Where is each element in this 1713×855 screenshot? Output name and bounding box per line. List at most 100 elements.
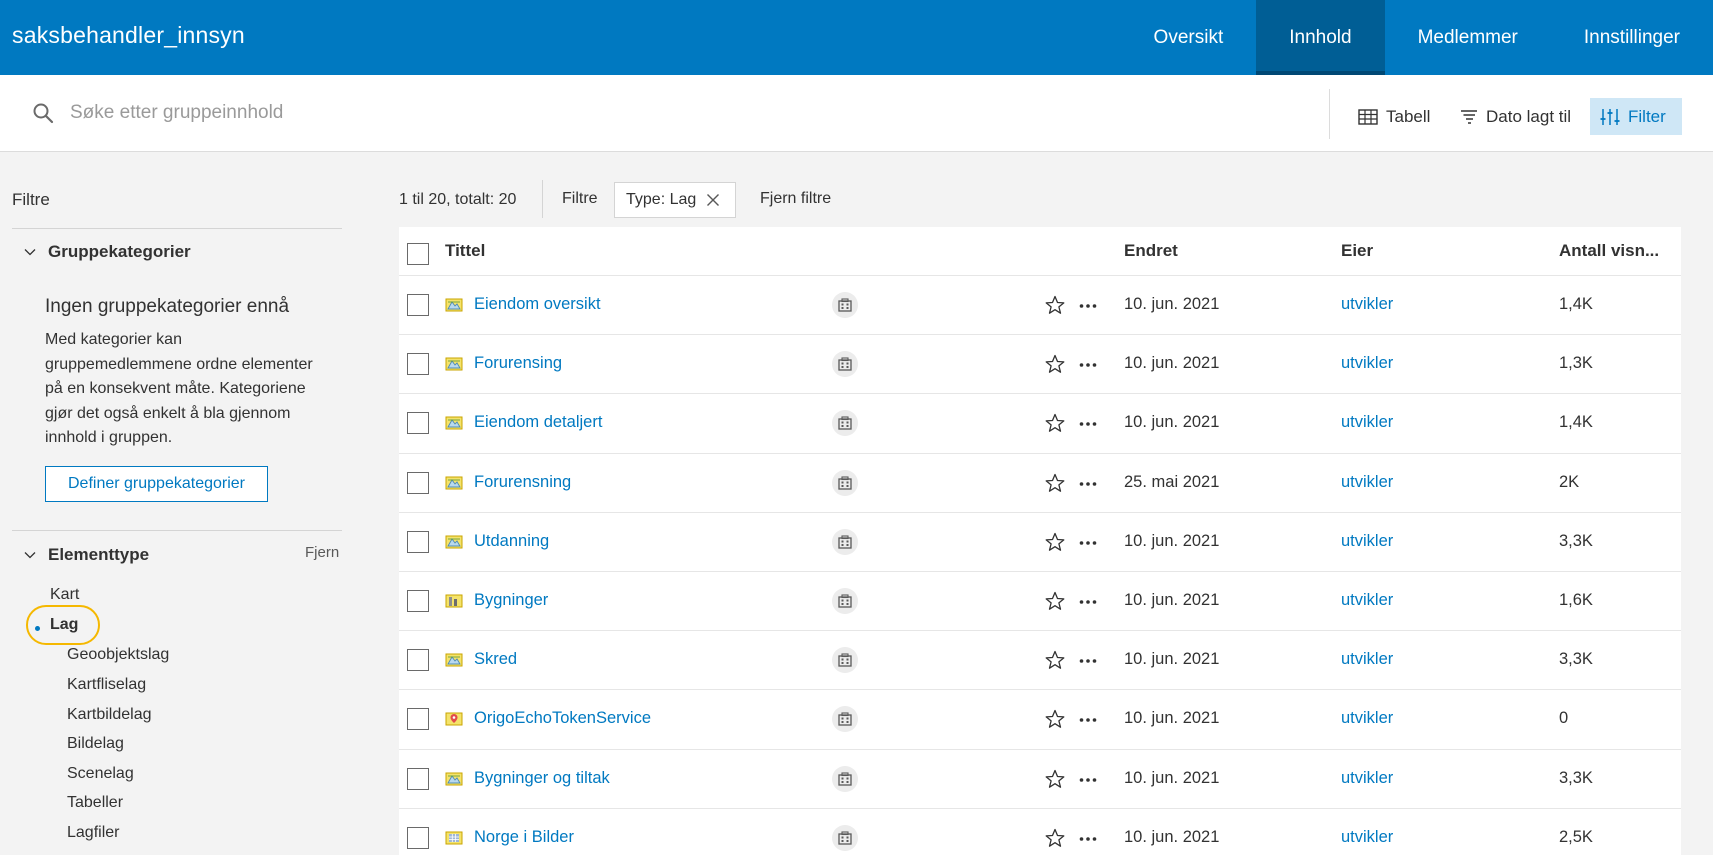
type-item-bildelag[interactable]: Bildelag — [67, 735, 124, 753]
feature-layer-icon — [445, 770, 463, 788]
item-title-link[interactable]: Eiendom oversikt — [474, 295, 601, 314]
type-item-lag[interactable]: Lag — [50, 616, 78, 634]
no-categories-title: Ingen gruppekategorier ennå — [45, 296, 290, 317]
item-title-link[interactable]: Eiendom detaljert — [474, 413, 602, 432]
owner-link[interactable]: utvikler — [1341, 473, 1393, 492]
tab-content[interactable]: Innhold — [1256, 0, 1385, 75]
selected-indicator-dot — [35, 626, 40, 631]
owner-link[interactable]: utvikler — [1341, 591, 1393, 610]
row-checkbox[interactable] — [407, 412, 429, 435]
item-title-link[interactable]: Utdanning — [474, 532, 549, 551]
group-nav: Oversikt Innhold Medlemmer Innstillinger — [1121, 0, 1713, 75]
row-checkbox[interactable] — [407, 530, 429, 553]
row-checkbox[interactable] — [407, 826, 429, 849]
view-count: 3,3K — [1559, 650, 1593, 669]
remove-type-filter-link[interactable]: Fjern — [305, 544, 339, 561]
sort-button[interactable]: Dato lagt til — [1450, 98, 1581, 135]
row-checkbox[interactable] — [407, 708, 429, 731]
favorite-star-icon[interactable] — [1044, 531, 1066, 553]
close-icon[interactable] — [706, 193, 720, 207]
sort-label: Dato lagt til — [1486, 106, 1572, 126]
favorite-star-icon[interactable] — [1044, 708, 1066, 730]
modified-date: 10. jun. 2021 — [1124, 827, 1220, 846]
table-view-button[interactable]: Tabell — [1348, 98, 1440, 135]
search-input[interactable] — [70, 95, 1270, 131]
favorite-star-icon[interactable] — [1044, 827, 1066, 849]
type-item-kart[interactable]: Kart — [50, 586, 79, 604]
filter-toggle-button[interactable]: Filter — [1590, 98, 1682, 135]
row-checkbox[interactable] — [407, 649, 429, 672]
owner-link[interactable]: utvikler — [1341, 709, 1393, 728]
column-header-modified[interactable]: Endret — [1124, 241, 1178, 261]
clear-filters-link[interactable]: Fjern filtre — [760, 190, 831, 208]
type-item-kartfliselag[interactable]: Kartfliselag — [67, 676, 146, 694]
group-categories-toggle[interactable]: Gruppekategorier — [24, 242, 191, 262]
organization-shared-icon — [832, 410, 858, 437]
feature-layer-icon — [445, 296, 463, 314]
define-categories-button[interactable]: Definer gruppekategorier — [45, 466, 268, 502]
column-header-owner[interactable]: Eier — [1341, 241, 1373, 261]
type-item-kartbildelag[interactable]: Kartbildelag — [67, 706, 152, 724]
more-options-icon[interactable] — [1077, 295, 1099, 317]
favorite-star-icon[interactable] — [1044, 590, 1066, 612]
view-count: 1,3K — [1559, 354, 1593, 373]
element-type-toggle[interactable]: Elementtype — [24, 545, 149, 565]
more-options-icon[interactable] — [1077, 828, 1099, 850]
owner-link[interactable]: utvikler — [1341, 354, 1393, 373]
favorite-star-icon[interactable] — [1044, 353, 1066, 375]
view-count: 3,3K — [1559, 768, 1593, 787]
item-title-link[interactable]: OrigoEchoTokenService — [474, 709, 651, 728]
tab-overview[interactable]: Oversikt — [1121, 0, 1257, 75]
item-title-link[interactable]: Bygninger — [474, 591, 548, 610]
filter-sidebar: Filtre Gruppekategorier Ingen gruppekate… — [12, 152, 342, 855]
item-title-link[interactable]: Norge i Bilder — [474, 828, 574, 847]
modified-date: 25. mai 2021 — [1124, 472, 1220, 491]
favorite-star-icon[interactable] — [1044, 294, 1066, 316]
favorite-star-icon[interactable] — [1044, 472, 1066, 494]
tab-settings[interactable]: Innstillinger — [1551, 0, 1713, 75]
column-header-title[interactable]: Tittel — [445, 241, 485, 261]
more-options-icon[interactable] — [1077, 532, 1099, 554]
item-title-link[interactable]: Forurensning — [474, 473, 571, 492]
more-options-icon[interactable] — [1077, 769, 1099, 791]
owner-link[interactable]: utvikler — [1341, 532, 1393, 551]
more-options-icon[interactable] — [1077, 413, 1099, 435]
view-count: 2K — [1559, 472, 1580, 491]
filters-heading: Filtre — [12, 190, 50, 209]
table-row: OrigoEchoTokenService 10. jun. 2021 utvikl… — [399, 690, 1681, 750]
tab-members[interactable]: Medlemmer — [1385, 0, 1551, 75]
type-item-scenelag[interactable]: Scenelag — [67, 765, 134, 783]
organization-shared-icon — [832, 587, 858, 614]
more-options-icon[interactable] — [1077, 473, 1099, 495]
item-title-link[interactable]: Skred — [474, 650, 517, 669]
feature-layer-icon — [445, 474, 463, 492]
row-checkbox[interactable] — [407, 353, 429, 376]
favorite-star-icon[interactable] — [1044, 649, 1066, 671]
row-checkbox[interactable] — [407, 589, 429, 612]
owner-link[interactable]: utvikler — [1341, 650, 1393, 669]
owner-link[interactable]: utvikler — [1341, 828, 1393, 847]
type-item-lagfiler[interactable]: Lagfiler — [67, 824, 119, 842]
more-options-icon[interactable] — [1077, 650, 1099, 672]
owner-link[interactable]: utvikler — [1341, 769, 1393, 788]
organization-shared-icon — [832, 765, 858, 792]
row-checkbox[interactable] — [407, 294, 429, 316]
more-options-icon[interactable] — [1077, 709, 1099, 731]
item-title-link[interactable]: Forurensing — [474, 354, 562, 373]
more-options-icon[interactable] — [1077, 591, 1099, 613]
row-checkbox[interactable] — [407, 767, 429, 790]
item-title-link[interactable]: Bygninger og tiltak — [474, 769, 610, 788]
column-header-views[interactable]: Antall visn... — [1559, 241, 1659, 261]
modified-date: 10. jun. 2021 — [1124, 413, 1220, 432]
more-options-icon[interactable] — [1077, 354, 1099, 376]
owner-link[interactable]: utvikler — [1341, 413, 1393, 432]
favorite-star-icon[interactable] — [1044, 768, 1066, 790]
row-checkbox[interactable] — [407, 471, 429, 494]
view-count: 2,5K — [1559, 827, 1593, 846]
select-all-checkbox[interactable] — [407, 243, 429, 265]
favorite-star-icon[interactable] — [1044, 412, 1066, 434]
filter-chip-label: Type: Lag — [626, 191, 697, 208]
type-item-geoobjektslag[interactable]: Geoobjektslag — [67, 646, 169, 664]
owner-link[interactable]: utvikler — [1341, 295, 1393, 314]
type-item-tabeller[interactable]: Tabeller — [67, 794, 123, 812]
